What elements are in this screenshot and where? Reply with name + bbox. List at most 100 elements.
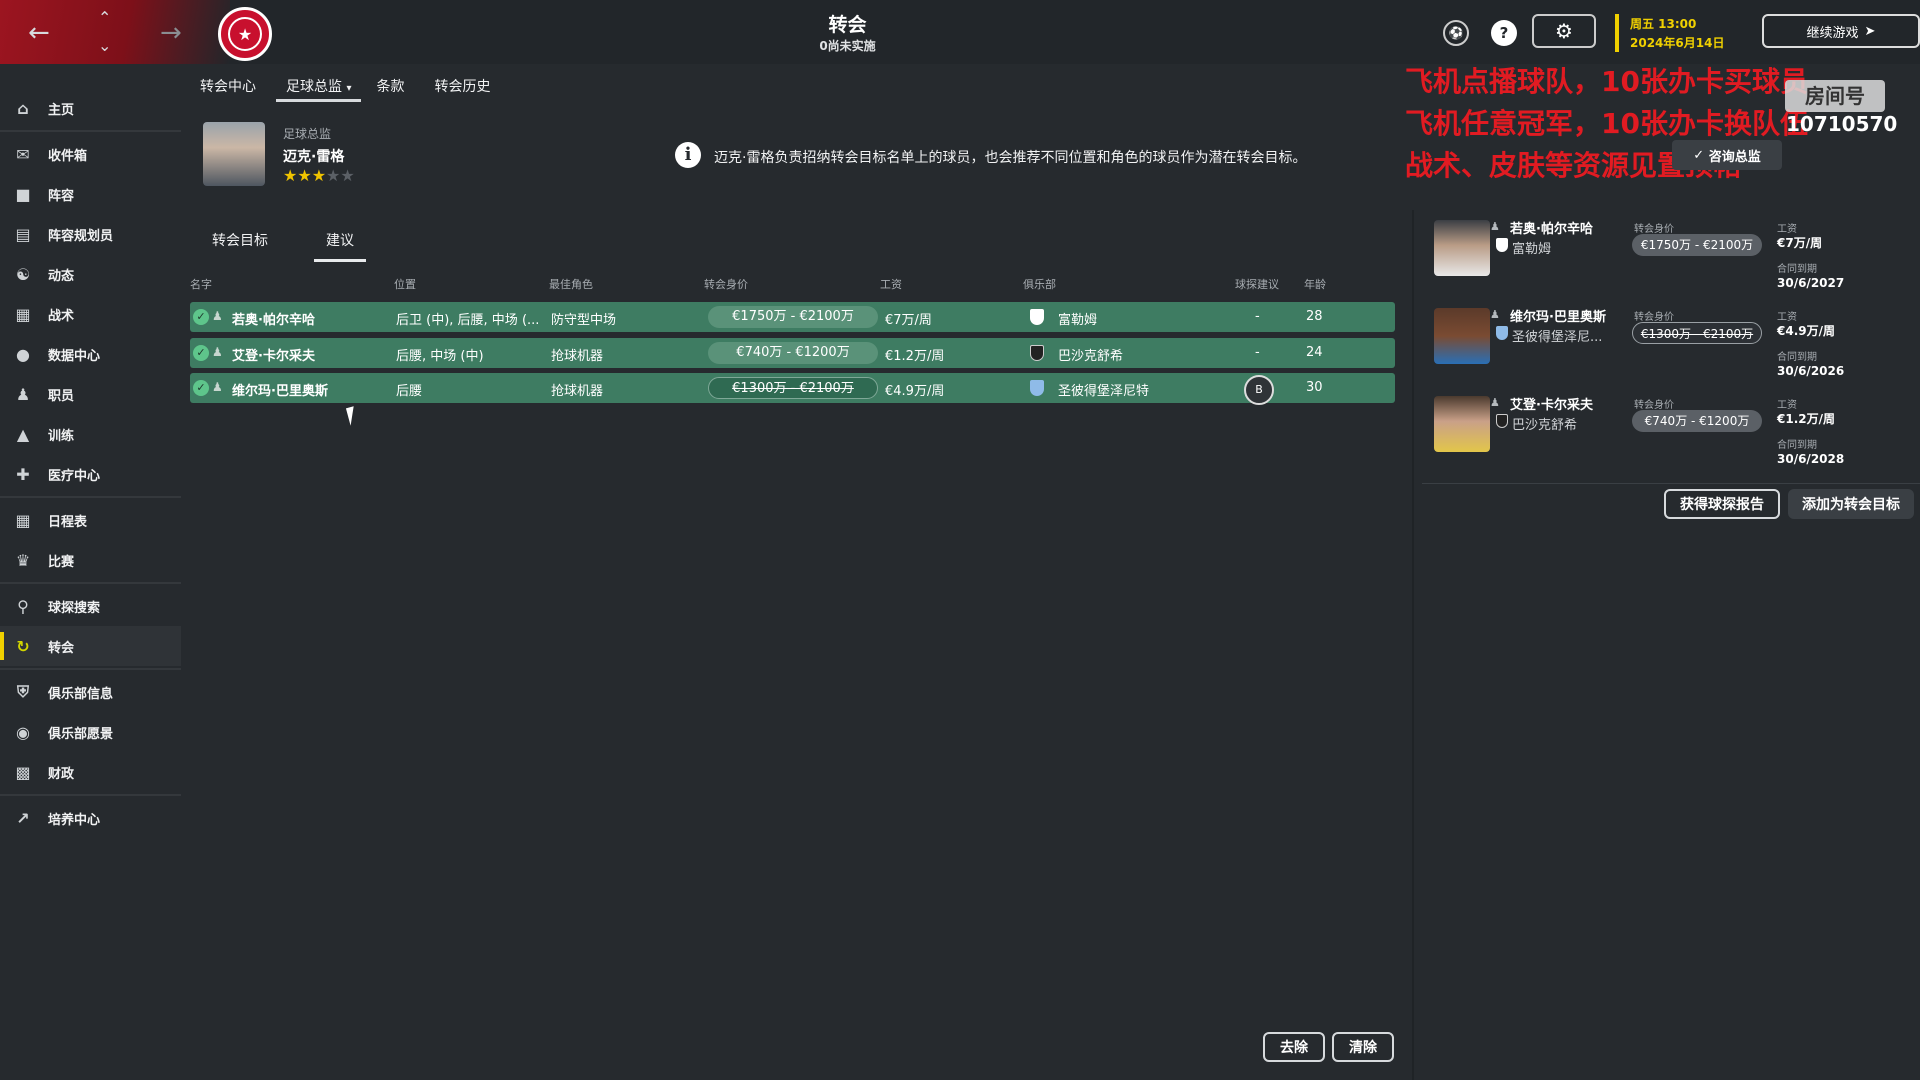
continue-button[interactable]: 继续游戏 ➤	[1762, 14, 1920, 48]
scout-advice: -	[1255, 309, 1260, 324]
panel-divider	[1412, 210, 1414, 1080]
column-position[interactable]: 位置	[394, 276, 416, 292]
scout-advice: -	[1255, 345, 1260, 360]
sidebar-item-club-vision[interactable]: ◉ 俱乐部愿景	[0, 712, 181, 752]
sidebar-item-label: 数据中心	[48, 348, 101, 364]
tab-label: 足球总监	[286, 79, 342, 95]
back-arrow-icon[interactable]: ←	[28, 20, 50, 46]
inbox-icon: ✉	[16, 144, 30, 164]
player-name[interactable]: 若奥·帕尔辛哈	[1510, 218, 1593, 237]
player-photo[interactable]	[1434, 308, 1490, 364]
data-icon: ●	[16, 344, 30, 364]
crest-inner: ★	[228, 17, 262, 51]
column-name[interactable]: 名字	[190, 276, 212, 292]
player-club[interactable]: 圣彼得堡泽尼特	[1058, 380, 1149, 399]
player-name[interactable]: 维尔玛·巴里奥斯	[232, 380, 328, 399]
value-label: 转会身价	[1634, 224, 1674, 235]
room-number: 10710570	[1786, 112, 1898, 136]
value-label: 转会身价	[1634, 312, 1674, 323]
sidebar-item-squad[interactable]: ■ 阵容	[0, 174, 181, 214]
sidebar-item-scouting[interactable]: ⚲ 球探搜索	[0, 586, 181, 626]
player-photo[interactable]	[1434, 396, 1490, 452]
club-crest-icon[interactable]: ★	[218, 7, 272, 61]
settings-button[interactable]: ⚙	[1532, 14, 1596, 48]
table-row[interactable]: ✓ ♟ 维尔玛·巴里奥斯 后腰 抢球机器 €1300万 - €2100万 €4.…	[190, 373, 1395, 405]
column-role[interactable]: 最佳角色	[549, 276, 593, 292]
column-wage[interactable]: 工资	[880, 276, 902, 292]
sidebar-item-schedule[interactable]: ▦ 日程表	[0, 500, 181, 540]
player-role: 抢球机器	[551, 349, 604, 364]
column-value[interactable]: 转会身价	[704, 276, 748, 292]
sidebar-item-label: 训练	[48, 428, 75, 444]
table-header: 名字 位置 最佳角色 转会身价 工资 俱乐部 球探建议 年龄	[190, 276, 1395, 292]
player-club[interactable]: 富勒姆	[1512, 238, 1551, 257]
tab-suggestions[interactable]: 建议	[314, 224, 366, 262]
football-icon[interactable]: ⚽	[1443, 20, 1469, 46]
consult-director-button[interactable]: ✓ 咨询总监	[1672, 140, 1782, 170]
player-wage: €1.2万/周	[1777, 412, 1835, 426]
player-club[interactable]: 巴沙克舒希	[1512, 414, 1577, 433]
table-row[interactable]: ✓ ♟ 若奥·帕尔辛哈 后卫 (中), 后腰, 中场 (... 防守型中场 €1…	[190, 302, 1395, 332]
wage-label: 工资	[1777, 400, 1797, 411]
recommended-player-card[interactable]: ♟ 若奥·帕尔辛哈 富勒姆 转会身价 €1750万 - €2100万 工资 €7…	[1432, 216, 1912, 298]
player-position: 后腰	[396, 384, 423, 399]
info-icon: i	[675, 142, 701, 168]
player-name[interactable]: 艾登·卡尔采夫	[1510, 394, 1593, 413]
scout-advice[interactable]: B	[1244, 375, 1274, 405]
tab-clauses[interactable]: 条款	[376, 72, 419, 102]
player-photo[interactable]	[1434, 220, 1490, 276]
club-badge-icon	[1030, 345, 1044, 361]
sidebar-item-finances[interactable]: ▩ 财政	[0, 752, 181, 792]
column-club[interactable]: 俱乐部	[1023, 276, 1056, 292]
sidebar: ⌂ 主页 ✉ 收件箱 ■ 阵容 ▤ 阵容规划员 ☯ 动态 ▦ 战术 ● 数据中心 ♟ 职员 ▲ 训…	[0, 88, 181, 838]
sidebar-item-medical[interactable]: ✚ 医疗中心	[0, 454, 181, 494]
sidebar-item-label: 转会	[48, 640, 75, 656]
clear-button[interactable]: 清除	[1332, 1032, 1394, 1062]
star-icon: ★	[283, 166, 298, 185]
medical-icon: ✚	[16, 464, 30, 484]
get-scout-report-button[interactable]: 获得球探报告	[1664, 489, 1780, 519]
club-badge-icon	[1030, 380, 1044, 396]
sidebar-item-training[interactable]: ▲ 训练	[0, 414, 181, 454]
add-transfer-target-button[interactable]: 添加为转会目标	[1788, 489, 1914, 519]
player-age: 28	[1306, 309, 1323, 324]
search-icon: ⚲	[17, 596, 29, 616]
sidebar-item-development[interactable]: ↗ 培养中心	[0, 798, 181, 838]
help-icon[interactable]: ?	[1491, 20, 1517, 46]
chevron-down-icon[interactable]: ⌄	[98, 38, 111, 54]
tab-transfer-history[interactable]: 转会历史	[434, 72, 505, 102]
tab-transfer-centre[interactable]: 转会中心	[200, 72, 271, 102]
sidebar-item-inbox[interactable]: ✉ 收件箱	[0, 134, 181, 174]
sidebar-item-squad-planner[interactable]: ▤ 阵容规划员	[0, 214, 181, 254]
player-name[interactable]: 若奥·帕尔辛哈	[232, 309, 315, 328]
player-name[interactable]: 维尔玛·巴里奥斯	[1510, 306, 1606, 325]
page-subtitle[interactable]: 0尚未实施	[760, 37, 935, 54]
remove-button[interactable]: 去除	[1263, 1032, 1325, 1062]
calendar-icon: ▦	[15, 510, 31, 530]
table-row[interactable]: ✓ ♟ 艾登·卡尔采夫 后腰, 中场 (中) 抢球机器 €740万 - €120…	[190, 338, 1395, 368]
sidebar-item-staff[interactable]: ♟ 职员	[0, 374, 181, 414]
sidebar-item-transfers[interactable]: ↻ 转会	[0, 626, 181, 666]
sidebar-item-home[interactable]: ⌂ 主页	[0, 88, 181, 128]
director-avatar[interactable]	[203, 122, 265, 186]
player-role: 防守型中场	[551, 313, 617, 328]
sidebar-item-label: 阵容	[48, 188, 75, 204]
player-club[interactable]: 圣彼得堡泽尼...	[1512, 326, 1602, 345]
sidebar-item-club-info[interactable]: ⛨ 俱乐部信息	[0, 672, 181, 712]
column-scout[interactable]: 球探建议	[1235, 276, 1279, 292]
recommended-player-card[interactable]: ♟ 艾登·卡尔采夫 巴沙克舒希 转会身价 €740万 - €1200万 工资 €…	[1432, 392, 1912, 474]
sidebar-item-competitions[interactable]: ♛ 比赛	[0, 540, 181, 580]
player-club[interactable]: 巴沙克舒希	[1058, 345, 1123, 364]
player-club[interactable]: 富勒姆	[1058, 309, 1097, 328]
sidebar-item-data-hub[interactable]: ● 数据中心	[0, 334, 181, 374]
tab-director-of-football[interactable]: 足球总监 ▾	[276, 72, 362, 102]
director-name[interactable]: 迈克·雷格	[283, 146, 344, 166]
sidebar-item-dynamics[interactable]: ☯ 动态	[0, 254, 181, 294]
recommended-player-card[interactable]: ♟ 维尔玛·巴里奥斯 圣彼得堡泽尼... 转会身价 €1300万 - €2100…	[1432, 304, 1912, 386]
forward-arrow-icon[interactable]: →	[160, 20, 182, 46]
column-age[interactable]: 年龄	[1304, 276, 1326, 292]
chevron-up-icon[interactable]: ⌃	[98, 10, 111, 26]
sidebar-item-tactics[interactable]: ▦ 战术	[0, 294, 181, 334]
player-name[interactable]: 艾登·卡尔采夫	[232, 345, 315, 364]
tab-transfer-targets[interactable]: 转会目标	[200, 224, 280, 262]
